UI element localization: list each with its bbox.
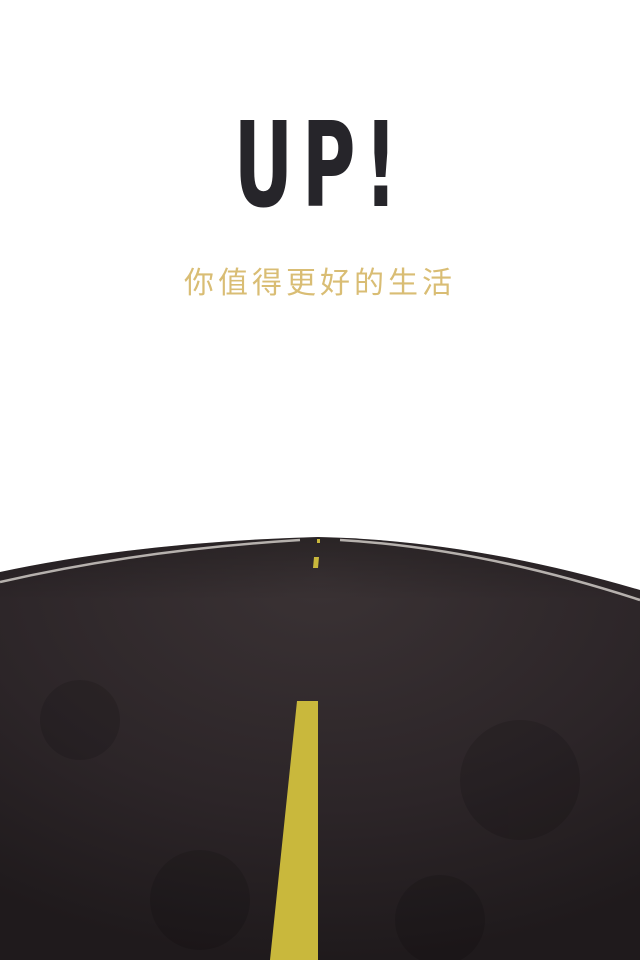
road-image — [0, 537, 640, 960]
tagline: 你值得更好的生活 — [184, 266, 456, 301]
app-logo: UP! — [233, 96, 407, 234]
center-line-dash — [317, 539, 320, 543]
splash-screen: UP! 你值得更好的生活 — [0, 0, 640, 960]
center-line-dash — [313, 557, 319, 568]
